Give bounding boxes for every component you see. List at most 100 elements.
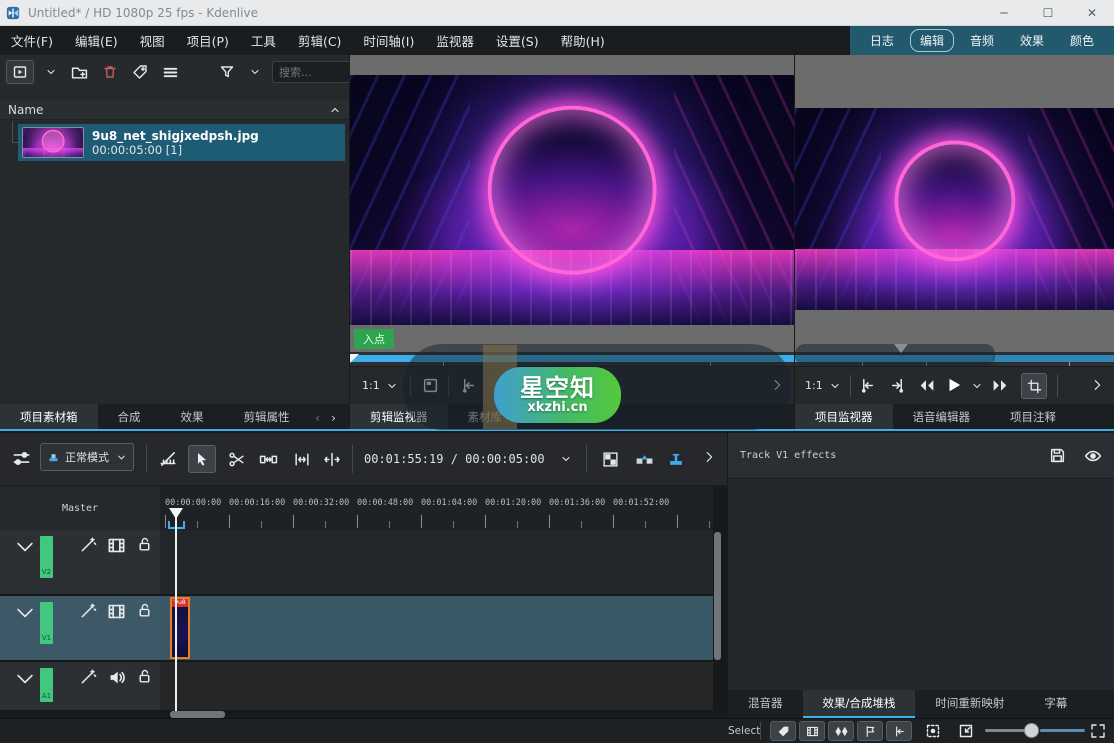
zoom-project-icon[interactable] bbox=[958, 723, 974, 739]
timecode-dropdown-chevron[interactable] bbox=[560, 453, 572, 465]
track-target-a1[interactable]: A1 bbox=[40, 668, 53, 702]
track-effects-icon[interactable] bbox=[79, 602, 97, 620]
zoom-level-label[interactable]: 1:1 bbox=[805, 379, 823, 392]
minimize-button[interactable]: ─ bbox=[982, 0, 1026, 25]
transparency-track-icon[interactable] bbox=[596, 445, 624, 473]
tab-project-bin[interactable]: 项目素材箱 bbox=[0, 404, 98, 431]
close-button[interactable]: ✕ bbox=[1070, 0, 1114, 25]
timeline-ruler[interactable]: 00:00:00:00 00:00:16:00 00:00:32:00 00:0… bbox=[160, 486, 713, 530]
track-target-v1[interactable]: V1 bbox=[40, 602, 53, 644]
tab-scroll-right-icon[interactable]: › bbox=[326, 404, 342, 431]
zoom-slider-knob[interactable] bbox=[1024, 723, 1039, 738]
insert-zone-icon[interactable] bbox=[662, 445, 690, 473]
playhead-handle[interactable] bbox=[169, 508, 183, 519]
razor-tool-icon[interactable] bbox=[222, 445, 250, 473]
workspace-color[interactable]: 颜色 bbox=[1060, 29, 1104, 52]
tab-audio-mixer[interactable]: 混音器 bbox=[728, 690, 803, 718]
filter-icon[interactable] bbox=[216, 61, 238, 83]
select-tool-button[interactable] bbox=[188, 445, 216, 473]
bin-menu-icon[interactable] bbox=[159, 61, 182, 84]
lock-track-icon[interactable] bbox=[136, 602, 153, 619]
show-effect-zone-icon[interactable] bbox=[1084, 447, 1102, 465]
audio-track-icon[interactable] bbox=[107, 668, 126, 687]
fast-forward-icon[interactable] bbox=[991, 377, 1010, 394]
tag-icon[interactable] bbox=[129, 61, 151, 83]
track-target-v2[interactable]: V2 bbox=[40, 536, 53, 578]
create-folder-icon[interactable] bbox=[68, 61, 91, 84]
play-icon[interactable] bbox=[945, 376, 963, 394]
add-clip-button[interactable] bbox=[6, 60, 34, 84]
toolbar-overflow-chevron[interactable] bbox=[702, 450, 716, 464]
zone-mode-button[interactable] bbox=[1021, 373, 1047, 399]
show-tags-toggle[interactable] bbox=[770, 721, 796, 741]
tab-subtitles[interactable]: 字幕 bbox=[1024, 690, 1087, 718]
filter-dropdown-chevron[interactable] bbox=[246, 63, 264, 81]
track-head-v1[interactable]: V1 bbox=[0, 596, 160, 660]
tab-clip-properties[interactable]: 剪辑属性 bbox=[224, 404, 310, 431]
tab-scroll-left-icon[interactable]: ‹ bbox=[310, 404, 326, 431]
tab-time-remap[interactable]: 时间重新映射 bbox=[915, 690, 1024, 718]
tab-effects[interactable]: 效果 bbox=[161, 404, 224, 431]
lock-track-icon[interactable] bbox=[136, 668, 153, 685]
zoom-dropdown-chevron[interactable] bbox=[829, 380, 841, 392]
show-markers-toggle[interactable] bbox=[857, 721, 883, 741]
track-head-a1[interactable]: A1 bbox=[0, 662, 160, 710]
bin-clip-row[interactable]: 9u8_net_shigjxedpsh.jpg 00:00:05:00 [1] bbox=[18, 124, 345, 161]
track-effects-icon[interactable] bbox=[79, 668, 97, 686]
set-out-point-icon[interactable] bbox=[889, 377, 906, 394]
show-thumbnails-toggle[interactable] bbox=[799, 721, 825, 741]
master-track-button[interactable]: Master bbox=[0, 486, 160, 530]
track-effects-icon[interactable] bbox=[79, 536, 97, 554]
add-clip-dropdown-chevron[interactable] bbox=[42, 63, 60, 81]
snap-toggle-icon[interactable] bbox=[154, 445, 182, 473]
menu-project[interactable]: 项目(P) bbox=[176, 26, 240, 55]
timeline-settings-icon[interactable] bbox=[12, 449, 31, 468]
track-lane-a1[interactable] bbox=[160, 662, 713, 710]
delete-icon[interactable] bbox=[99, 61, 121, 83]
menu-tools[interactable]: 工具 bbox=[240, 26, 287, 55]
timeline-clip[interactable]: 9u8 bbox=[170, 597, 190, 659]
workspace-audio[interactable]: 音频 bbox=[960, 29, 1004, 52]
track-lane-v2[interactable] bbox=[160, 530, 713, 594]
fit-timeline-icon[interactable] bbox=[1090, 723, 1106, 739]
zoom-slider-track-right[interactable] bbox=[1040, 729, 1085, 732]
workspace-editing[interactable]: 编辑 bbox=[910, 29, 954, 52]
show-thumbnails-icon[interactable] bbox=[107, 536, 126, 555]
maximize-button[interactable]: ☐ bbox=[1026, 0, 1070, 25]
menu-help[interactable]: 帮助(H) bbox=[550, 26, 616, 55]
ripple-tool-icon[interactable] bbox=[318, 445, 346, 473]
fit-zoom-icon[interactable] bbox=[925, 723, 941, 739]
show-mixes-toggle[interactable] bbox=[828, 721, 854, 741]
timeline-horizontal-scrollbar[interactable] bbox=[170, 711, 225, 718]
track-head-v2[interactable]: V2 bbox=[0, 530, 160, 594]
workspace-effects[interactable]: 效果 bbox=[1010, 29, 1054, 52]
rewind-icon[interactable] bbox=[917, 377, 936, 394]
set-in-point-icon[interactable] bbox=[859, 377, 876, 394]
tab-project-monitor[interactable]: 项目监视器 bbox=[795, 404, 893, 431]
slip-tool-icon[interactable] bbox=[288, 445, 316, 473]
track-lane-v1[interactable] bbox=[160, 596, 713, 660]
zoom-dropdown-chevron[interactable] bbox=[386, 380, 398, 392]
toolbar-overflow-chevron[interactable] bbox=[1090, 378, 1104, 392]
name-column-header[interactable]: Name bbox=[0, 100, 349, 120]
tab-compositions[interactable]: 合成 bbox=[98, 404, 161, 431]
menu-edit[interactable]: 编辑(E) bbox=[64, 26, 129, 55]
tab-effect-stack[interactable]: 效果/合成堆栈 bbox=[803, 690, 916, 718]
workspace-logging[interactable]: 日志 bbox=[860, 29, 904, 52]
play-dropdown-chevron[interactable] bbox=[971, 380, 983, 392]
zoom-level-label[interactable]: 1:1 bbox=[362, 379, 380, 392]
show-thumbnails-icon[interactable] bbox=[107, 602, 126, 621]
menu-clip[interactable]: 剪辑(C) bbox=[287, 26, 352, 55]
tab-project-notes[interactable]: 项目注释 bbox=[990, 404, 1076, 431]
save-effect-stack-icon[interactable] bbox=[1049, 447, 1066, 464]
menu-file[interactable]: 文件(F) bbox=[0, 26, 64, 55]
menu-timeline[interactable]: 时间轴(I) bbox=[352, 26, 425, 55]
snap-status-toggle[interactable] bbox=[886, 721, 912, 741]
tab-speech-editor[interactable]: 语音编辑器 bbox=[893, 404, 991, 431]
menu-settings[interactable]: 设置(S) bbox=[485, 26, 550, 55]
menu-view[interactable]: 视图 bbox=[129, 26, 176, 55]
timeline-timecode[interactable]: 00:01:55:19 / 00:00:05:00 bbox=[364, 452, 545, 466]
mix-clips-icon[interactable] bbox=[630, 445, 658, 473]
edit-mode-dropdown[interactable]: 正常模式 bbox=[40, 443, 134, 471]
lock-track-icon[interactable] bbox=[136, 536, 153, 553]
